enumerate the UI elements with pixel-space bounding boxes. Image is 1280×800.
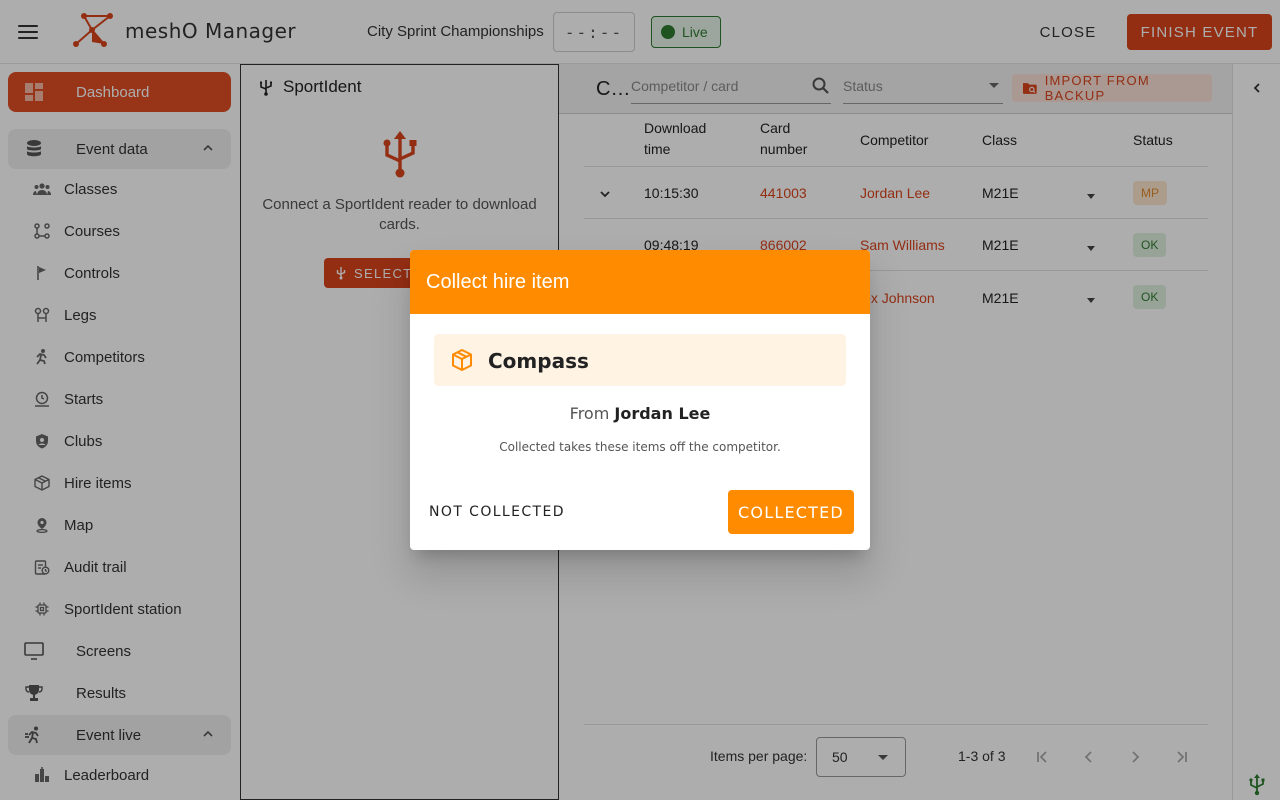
hire-item-name: Compass bbox=[488, 349, 589, 373]
from-prefix: From bbox=[569, 404, 610, 423]
from-competitor-name: Jordan Lee bbox=[614, 404, 711, 423]
from-line: From Jordan Lee bbox=[410, 404, 870, 423]
hire-item-card: Compass bbox=[434, 334, 846, 386]
dialog-note: Collected takes these items off the comp… bbox=[499, 440, 781, 454]
package-icon bbox=[452, 349, 472, 371]
collect-hire-item-dialog: Collect hire item Compass From Jordan Le… bbox=[410, 250, 870, 550]
collected-button[interactable]: COLLECTED bbox=[728, 490, 854, 534]
dialog-title: Collect hire item bbox=[426, 271, 570, 293]
dialog-header: Collect hire item bbox=[410, 250, 870, 314]
not-collected-button[interactable]: NOT COLLECTED bbox=[426, 494, 568, 530]
